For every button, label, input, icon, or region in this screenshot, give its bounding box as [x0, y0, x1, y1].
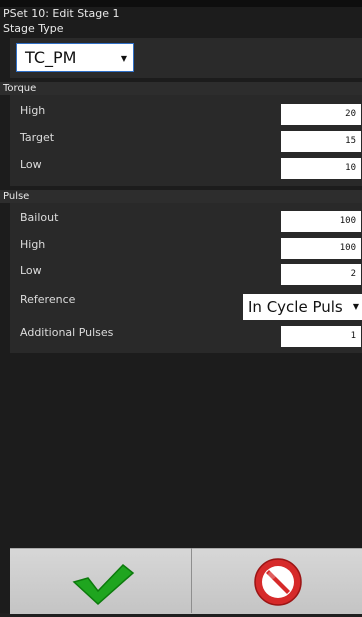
triangle-down-icon: ▼ — [352, 302, 359, 311]
stage-type-label: Stage Type — [3, 22, 64, 35]
additional-pulses-input[interactable]: 1 — [281, 326, 361, 347]
cancel-button[interactable] — [192, 548, 362, 613]
edit-stage-screen: PSet 10: Edit Stage 1 Stage Type TC_PM ▼… — [0, 0, 362, 614]
pulse-low-input[interactable]: 2 — [281, 264, 361, 285]
torque-high-input[interactable]: 20 — [281, 104, 361, 125]
torque-low-input[interactable]: 10 — [281, 158, 361, 179]
torque-high-label: High — [20, 104, 46, 117]
torque-target-input[interactable]: 15 — [281, 131, 361, 152]
torque-section-header: Torque — [0, 82, 362, 95]
top-bar — [0, 0, 362, 7]
pulse-low-label: Low — [20, 264, 42, 277]
additional-pulses-label: Additional Pulses — [20, 326, 114, 339]
reference-select[interactable]: In Cycle Puls ▼ — [243, 294, 362, 320]
ok-button[interactable] — [10, 548, 191, 613]
pulse-bailout-input[interactable]: 100 — [281, 211, 361, 232]
reference-label: Reference — [20, 293, 76, 306]
no-entry-icon — [254, 558, 302, 606]
torque-low-label: Low — [20, 158, 42, 171]
pulse-high-label: High — [20, 238, 46, 251]
pulse-high-input[interactable]: 100 — [281, 238, 361, 259]
pulse-bailout-label: Bailout — [20, 211, 59, 224]
pulse-section-header: Pulse — [0, 190, 362, 203]
stage-type-select[interactable]: TC_PM ▼ — [16, 43, 134, 72]
triangle-down-icon: ▼ — [120, 54, 127, 63]
reference-value: In Cycle Puls — [248, 298, 343, 316]
torque-target-label: Target — [20, 131, 55, 144]
page-title: PSet 10: Edit Stage 1 — [3, 7, 120, 20]
stage-type-value: TC_PM — [25, 48, 77, 67]
checkmark-icon — [72, 563, 135, 606]
